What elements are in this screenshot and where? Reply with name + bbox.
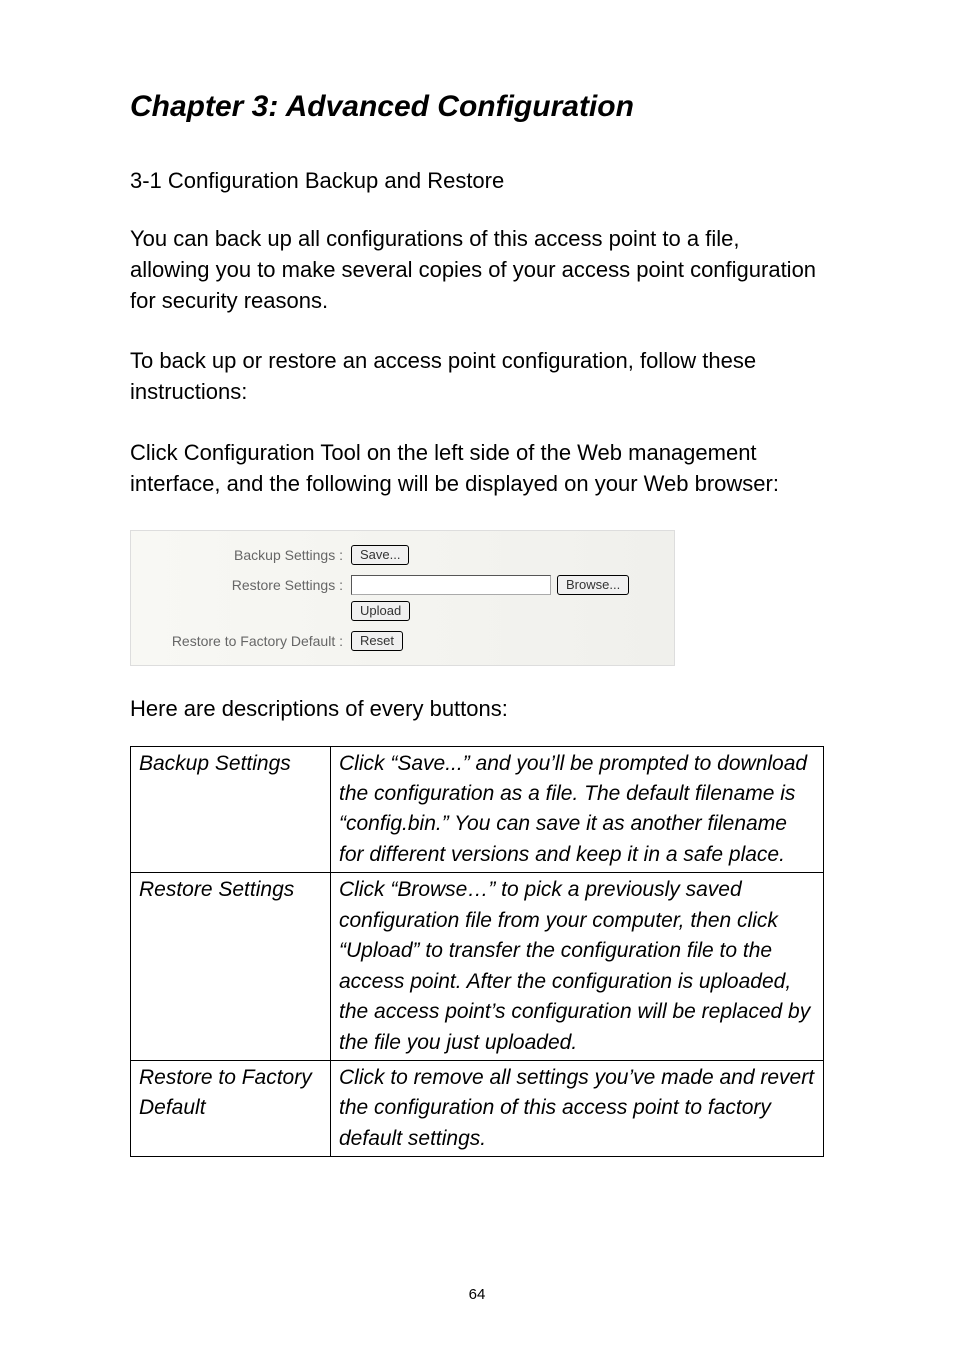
- reset-button[interactable]: Reset: [351, 631, 403, 651]
- section-heading: 3-1 Configuration Backup and Restore: [130, 168, 824, 194]
- paragraph-3: Click Configuration Tool on the left sid…: [130, 438, 824, 500]
- config-tool-screenshot: Backup Settings : Save... Restore Settin…: [130, 530, 675, 666]
- restore-settings-label: Restore Settings :: [149, 575, 351, 593]
- table-row: Backup Settings Click “Save...” and you’…: [131, 746, 824, 873]
- backup-settings-label: Backup Settings :: [149, 545, 351, 563]
- upload-button[interactable]: Upload: [351, 601, 410, 621]
- row-name: Backup Settings: [131, 746, 331, 873]
- save-button[interactable]: Save...: [351, 545, 409, 565]
- table-row: Restore to Factory Default Click to remo…: [131, 1060, 824, 1156]
- paragraph-1: You can back up all configurations of th…: [130, 224, 824, 316]
- restore-file-input[interactable]: [351, 575, 551, 595]
- restore-factory-label: Restore to Factory Default :: [149, 631, 351, 649]
- page-number: 64: [0, 1286, 954, 1303]
- paragraph-2: To back up or restore an access point co…: [130, 346, 824, 408]
- row-desc: Click “Save...” and you’ll be prompted t…: [331, 746, 824, 873]
- descriptions-table: Backup Settings Click “Save...” and you’…: [130, 746, 824, 1158]
- row-name: Restore Settings: [131, 873, 331, 1061]
- browse-button[interactable]: Browse...: [557, 575, 629, 595]
- table-row: Restore Settings Click “Browse…” to pick…: [131, 873, 824, 1061]
- row-name: Restore to Factory Default: [131, 1060, 331, 1156]
- row-desc: Click “Browse…” to pick a previously sav…: [331, 873, 824, 1061]
- descriptions-intro: Here are descriptions of every buttons:: [130, 696, 824, 722]
- chapter-title: Chapter 3: Advanced Configuration: [130, 90, 824, 124]
- row-desc: Click to remove all settings you’ve made…: [331, 1060, 824, 1156]
